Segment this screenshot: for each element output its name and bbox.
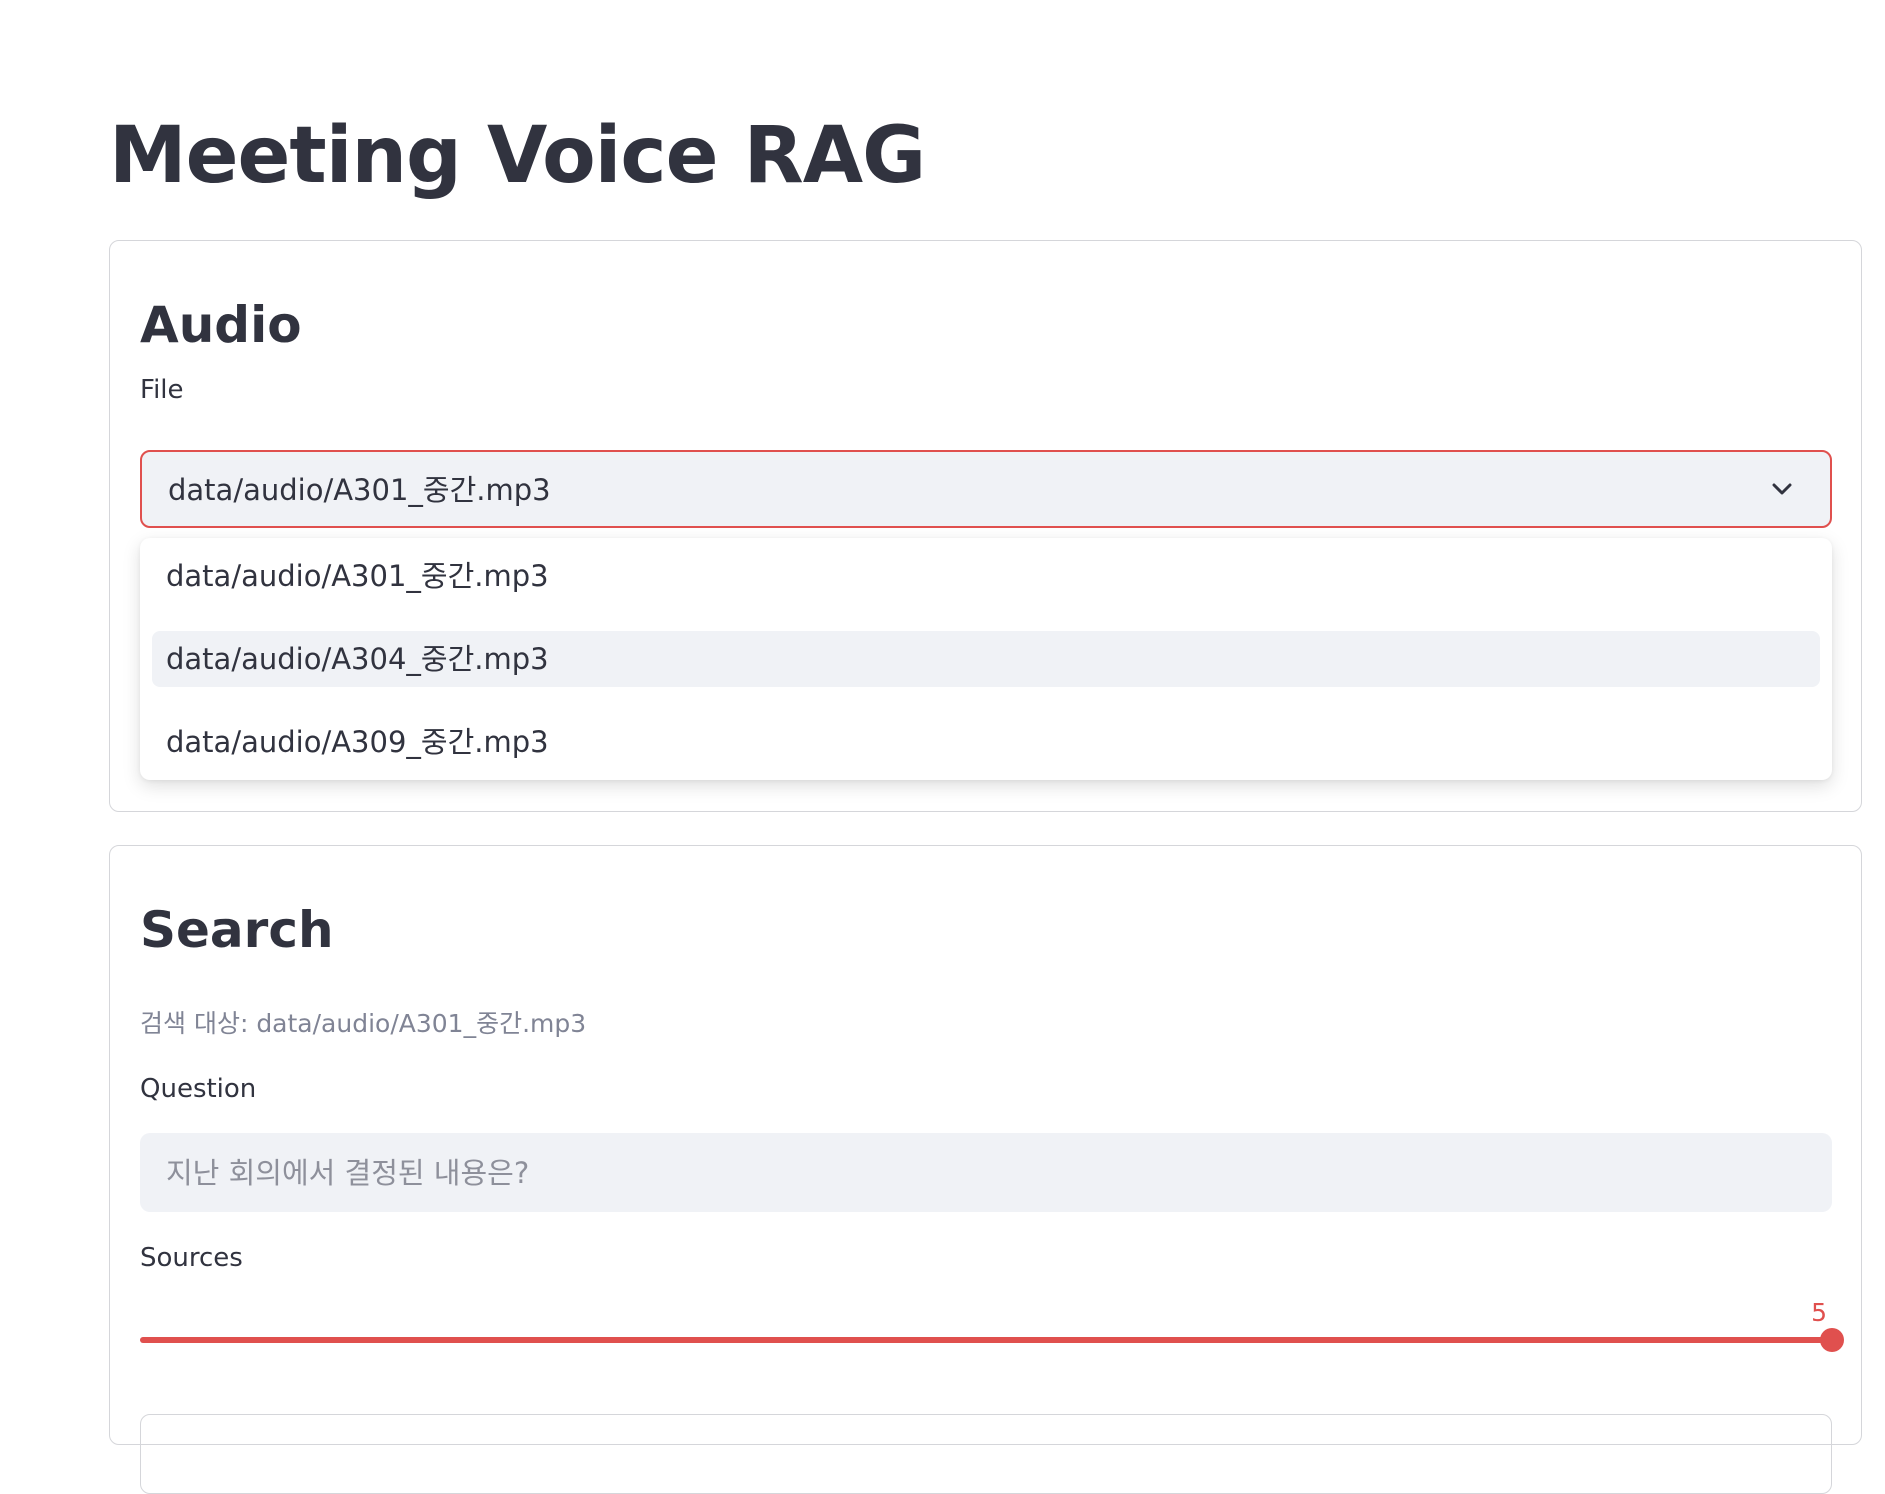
sources-slider[interactable] (140, 1328, 1844, 1352)
audio-card: Audio File data/audio/A301_중간.mp3 data/a… (109, 240, 1862, 812)
question-input[interactable] (140, 1133, 1832, 1212)
chevron-down-icon (1772, 483, 1792, 495)
dropdown-option-label: data/audio/A301_중간.mp3 (166, 559, 549, 593)
page-title: Meeting Voice RAG (109, 111, 926, 201)
sources-slider-fill (140, 1337, 1832, 1343)
search-target-caption: 검색 대상: data/audio/A301_중간.mp3 (140, 1009, 587, 1038)
results-container (140, 1414, 1832, 1494)
dropdown-option-label: data/audio/A309_중간.mp3 (166, 725, 549, 759)
sources-slider-value: 5 (1811, 1298, 1827, 1327)
audio-heading: Audio (140, 296, 302, 354)
dropdown-option[interactable]: data/audio/A304_중간.mp3 (152, 631, 1820, 687)
sources-label: Sources (140, 1243, 243, 1273)
file-select[interactable]: data/audio/A301_중간.mp3 (140, 450, 1832, 528)
dropdown-option-label: data/audio/A304_중간.mp3 (166, 642, 549, 676)
dropdown-option[interactable]: data/audio/A309_중간.mp3 (152, 714, 1820, 770)
question-label: Question (140, 1074, 257, 1104)
dropdown-option[interactable]: data/audio/A301_중간.mp3 (152, 548, 1820, 604)
sources-slider-thumb[interactable] (1820, 1328, 1844, 1352)
file-label: File (140, 375, 184, 405)
file-select-value: data/audio/A301_중간.mp3 (168, 473, 551, 507)
search-heading: Search (140, 901, 334, 959)
file-dropdown-menu: data/audio/A301_중간.mp3 data/audio/A304_중… (140, 538, 1832, 780)
search-card: Search 검색 대상: data/audio/A301_중간.mp3 Que… (109, 845, 1862, 1494)
